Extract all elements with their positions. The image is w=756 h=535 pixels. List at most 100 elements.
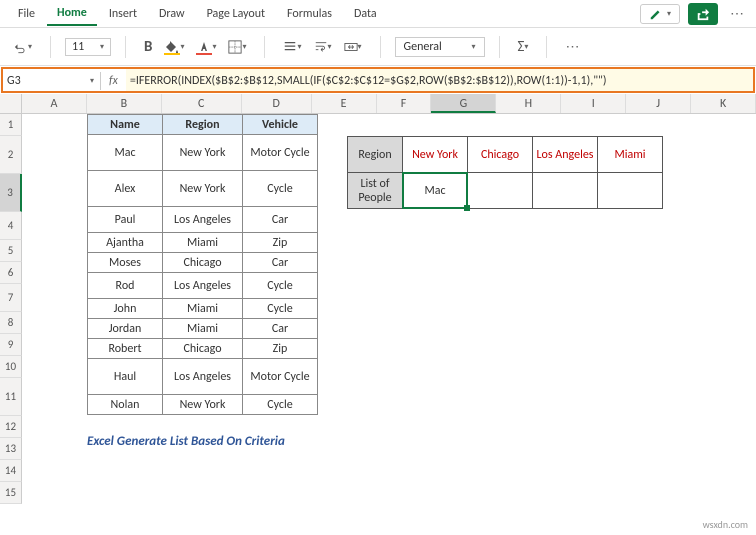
cell[interactable]: Robert (88, 339, 163, 359)
undo-icon (14, 40, 28, 54)
cell[interactable]: Paul (88, 207, 163, 233)
font-color-button[interactable]: ▾ (192, 37, 220, 57)
row-header[interactable]: 10 (0, 356, 22, 378)
select-all-corner[interactable] (0, 94, 22, 113)
cell[interactable]: Car (243, 207, 318, 233)
cell[interactable]: Nolan (88, 395, 163, 415)
row-header[interactable]: 9 (0, 334, 22, 356)
cell[interactable] (468, 173, 533, 209)
number-format-selector[interactable]: General▾ (395, 37, 485, 57)
cell-grid[interactable]: Name Region Vehicle MacNew YorkMotor Cyc… (22, 114, 756, 504)
row-header[interactable]: 2 (0, 136, 22, 174)
cell[interactable]: Motor Cycle (243, 135, 318, 171)
undo-button[interactable]: ▾ (10, 38, 36, 56)
cell[interactable]: Miami (163, 233, 243, 253)
cell[interactable] (598, 173, 663, 209)
font-size-selector[interactable]: 11▾ (65, 38, 111, 56)
row-header[interactable]: 4 (0, 212, 22, 240)
menu-file[interactable]: File (8, 3, 45, 25)
cell[interactable]: Mac (88, 135, 163, 171)
cell[interactable]: Chicago (163, 253, 243, 273)
menu-insert[interactable]: Insert (99, 3, 147, 25)
bold-button[interactable]: B (140, 36, 156, 58)
menu-home[interactable]: Home (47, 2, 97, 26)
cell[interactable]: New York (163, 395, 243, 415)
toolbar-more-button[interactable]: ⋯ (561, 36, 583, 57)
cell[interactable]: Ajantha (88, 233, 163, 253)
cell[interactable]: Cycle (243, 299, 318, 319)
cell[interactable]: Haul (88, 359, 163, 395)
col-header[interactable]: F (377, 94, 432, 113)
cell[interactable]: Car (243, 319, 318, 339)
merge-button[interactable]: ▾ (340, 38, 366, 56)
align-button[interactable]: ▾ (279, 38, 305, 56)
autosum-button[interactable]: Σ▾ (514, 36, 533, 58)
col-header[interactable]: E (312, 94, 377, 113)
row-header[interactable]: 13 (0, 438, 22, 460)
cell[interactable] (533, 173, 598, 209)
cell[interactable]: List of People (348, 173, 403, 209)
cell[interactable]: New York (403, 137, 468, 173)
cell[interactable]: Region (348, 137, 403, 173)
row-header[interactable]: 11 (0, 378, 22, 416)
more-button[interactable]: ⋯ (726, 3, 748, 24)
col-header[interactable]: J (626, 94, 691, 113)
cell[interactable]: Jordan (88, 319, 163, 339)
cell[interactable]: Los Angeles (163, 359, 243, 395)
row-header[interactable]: 12 (0, 416, 22, 438)
formula-input[interactable]: =IFERROR(INDEX($B$2:$B$12,SMALL(IF($C$2:… (126, 69, 755, 92)
cell[interactable]: Miami (163, 319, 243, 339)
cell[interactable]: Chicago (468, 137, 533, 173)
border-button[interactable]: ▾ (224, 38, 250, 56)
cell[interactable]: Cycle (243, 171, 318, 207)
row-header[interactable]: 6 (0, 262, 22, 284)
menu-formulas[interactable]: Formulas (277, 3, 342, 25)
menu-data[interactable]: Data (344, 3, 387, 25)
row-header[interactable]: 8 (0, 312, 22, 334)
table-header[interactable]: Region (163, 115, 243, 135)
row-header[interactable]: 7 (0, 284, 22, 312)
col-header[interactable]: B (87, 94, 162, 113)
col-header[interactable]: A (22, 94, 87, 113)
cell[interactable]: Miami (163, 299, 243, 319)
row-header[interactable]: 15 (0, 482, 22, 504)
cell[interactable]: Rod (88, 273, 163, 299)
menu-draw[interactable]: Draw (149, 3, 195, 25)
row-header[interactable]: 1 (0, 114, 22, 136)
menu-page-layout[interactable]: Page Layout (197, 3, 275, 25)
cell[interactable]: Cycle (243, 395, 318, 415)
cell[interactable]: Motor Cycle (243, 359, 318, 395)
cell[interactable]: Moses (88, 253, 163, 273)
col-header[interactable]: I (561, 94, 626, 113)
fx-label[interactable]: fx (101, 74, 126, 88)
cell[interactable]: John (88, 299, 163, 319)
cell[interactable]: Los Angeles (163, 273, 243, 299)
cell[interactable]: Chicago (163, 339, 243, 359)
col-header[interactable]: G (431, 94, 496, 113)
col-header[interactable]: D (242, 94, 312, 113)
cell[interactable]: Miami (598, 137, 663, 173)
cell[interactable]: Zip (243, 233, 318, 253)
row-header[interactable]: 14 (0, 460, 22, 482)
table-header[interactable]: Name (88, 115, 163, 135)
cell[interactable]: Zip (243, 339, 318, 359)
cell[interactable]: New York (163, 135, 243, 171)
col-header[interactable]: K (691, 94, 756, 113)
cell[interactable]: Car (243, 253, 318, 273)
table-header[interactable]: Vehicle (243, 115, 318, 135)
wrap-text-button[interactable]: ▾ (310, 38, 336, 56)
cell[interactable]: Alex (88, 171, 163, 207)
cell[interactable]: Los Angeles (163, 207, 243, 233)
row-header[interactable]: 5 (0, 240, 22, 262)
col-header[interactable]: H (496, 94, 561, 113)
fill-color-button[interactable]: ▾ (160, 37, 188, 57)
cell[interactable]: New York (163, 171, 243, 207)
row-header[interactable]: 3 (0, 174, 22, 212)
active-cell[interactable]: Mac (403, 173, 468, 209)
name-box[interactable]: G3▾ (1, 72, 101, 90)
cell[interactable]: Los Angeles (533, 137, 598, 173)
pen-button[interactable]: ▾ (640, 4, 680, 24)
cell[interactable]: Cycle (243, 273, 318, 299)
col-header[interactable]: C (162, 94, 242, 113)
share-button[interactable] (688, 3, 718, 25)
